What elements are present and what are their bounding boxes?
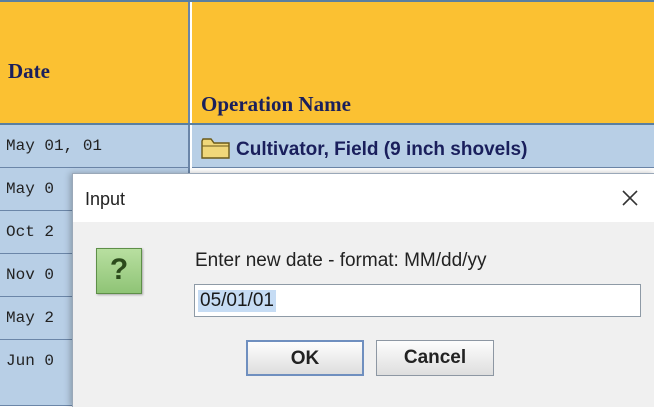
date-cell-text: Oct 2 [6, 223, 55, 241]
ok-button[interactable]: OK [246, 340, 364, 376]
dialog-title: Input [85, 189, 126, 209]
dialog-titlebar[interactable]: Input [73, 174, 654, 222]
date-input-field[interactable]: 05/01/01 [194, 284, 641, 317]
date-cell-text: May 2 [6, 309, 55, 327]
operation-cell-text: Cultivator, Field (9 inch shovels) [236, 139, 528, 160]
date-cell-text: May 0 [6, 180, 55, 198]
close-icon[interactable] [615, 182, 645, 214]
date-cell-text: Nov 0 [6, 266, 55, 284]
column-header-operation-label: Operation Name [201, 92, 351, 116]
table-row-date-cell[interactable]: May 01, 01 [0, 125, 190, 168]
column-header-date[interactable]: Date [0, 2, 190, 123]
question-icon: ? [96, 248, 142, 294]
date-input-value: 05/01/01 [198, 290, 276, 312]
dialog-prompt: Enter new date - format: MM/dd/yy [195, 250, 487, 271]
question-glyph: ? [109, 253, 129, 286]
column-header-operation[interactable]: Operation Name [192, 2, 654, 123]
date-cell-text: Jun 0 [6, 352, 55, 370]
cancel-button[interactable]: Cancel [376, 340, 494, 376]
input-dialog: Input ? Enter new date - format: MM/dd/y… [72, 173, 654, 407]
date-cell-text: May 01, 01 [6, 137, 103, 155]
table-row-operation-cell[interactable]: Cultivator, Field (9 inch shovels) [192, 125, 654, 168]
column-header-date-label: Date [8, 59, 50, 83]
folder-icon [201, 138, 230, 159]
